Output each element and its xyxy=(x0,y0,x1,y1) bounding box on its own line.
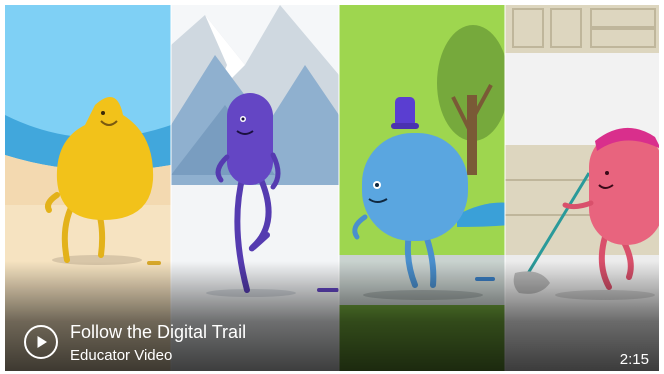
video-thumbnail[interactable]: Follow the Digital Trail Educator Video … xyxy=(5,5,659,371)
play-icon xyxy=(37,336,47,348)
play-button[interactable] xyxy=(24,325,58,359)
video-duration: 2:15 xyxy=(619,351,649,368)
video-type-label: Educator Video xyxy=(70,347,173,364)
video-title[interactable]: Follow the Digital Trail xyxy=(70,322,246,342)
